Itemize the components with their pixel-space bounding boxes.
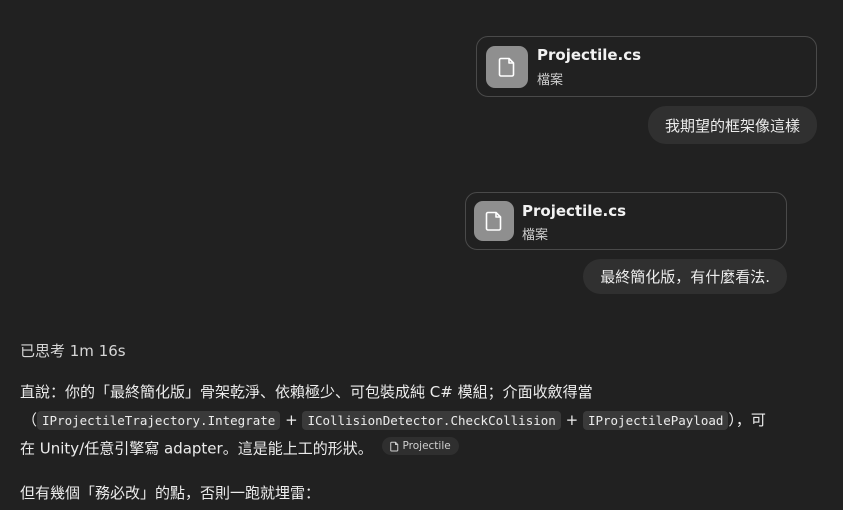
paren-open: （ (22, 411, 38, 429)
attachment-name: Projectile.cs (537, 46, 642, 64)
attachment-name: Projectile.cs (522, 202, 627, 220)
response-line-2: （IProjectileTrajectory.Integrate + IColl… (22, 409, 766, 430)
inline-code: IProjectileTrajectory.Integrate (37, 411, 281, 430)
response-line-1: 直說：你的「最終簡化版」骨架乾淨、依賴極少、可包裝成純 C# 模組；介面收斂得當 (20, 383, 593, 401)
chat-page: Projectile.cs 檔案 我期望的框架像這樣 Projectile.cs… (0, 0, 843, 510)
paren-close: ），可 (728, 411, 766, 429)
plus-sign: + (285, 411, 298, 429)
inline-code: ICollisionDetector.CheckCollision (302, 411, 561, 430)
user-message-bubble-1: 我期望的框架像這樣 (647, 106, 817, 144)
thought-duration-toggle[interactable]: 已思考 1m 16s (20, 340, 126, 361)
citation-label: Projectile (402, 440, 451, 452)
response-line-4: 但有幾個「務必改」的點，否則一跑就埋雷： (20, 484, 321, 502)
plus-sign: + (565, 411, 579, 429)
attachment-card-2[interactable]: Projectile.cs 檔案 (465, 192, 787, 250)
attachment-card-1[interactable]: Projectile.cs 檔案 (476, 36, 817, 97)
response-text: 在 Unity/任意引擎寫 adapter。這是能上工的形狀。 (20, 439, 373, 458)
file-icon (389, 441, 398, 451)
user-message-bubble-2: 最終簡化版，有什麼看法. (583, 259, 787, 294)
file-icon (474, 201, 514, 241)
user-message-text: 最終簡化版，有什麼看法. (600, 268, 770, 286)
attachment-type: 檔案 (537, 73, 564, 88)
citation-chip[interactable]: Projectile (381, 437, 459, 455)
response-line-3: 在 Unity/任意引擎寫 adapter。這是能上工的形狀。 Projecti… (20, 437, 459, 459)
user-message-text: 我期望的框架像這樣 (664, 116, 800, 135)
file-icon (486, 46, 528, 88)
attachment-type: 檔案 (522, 228, 549, 243)
inline-code: IProjectilePayload (582, 411, 729, 430)
